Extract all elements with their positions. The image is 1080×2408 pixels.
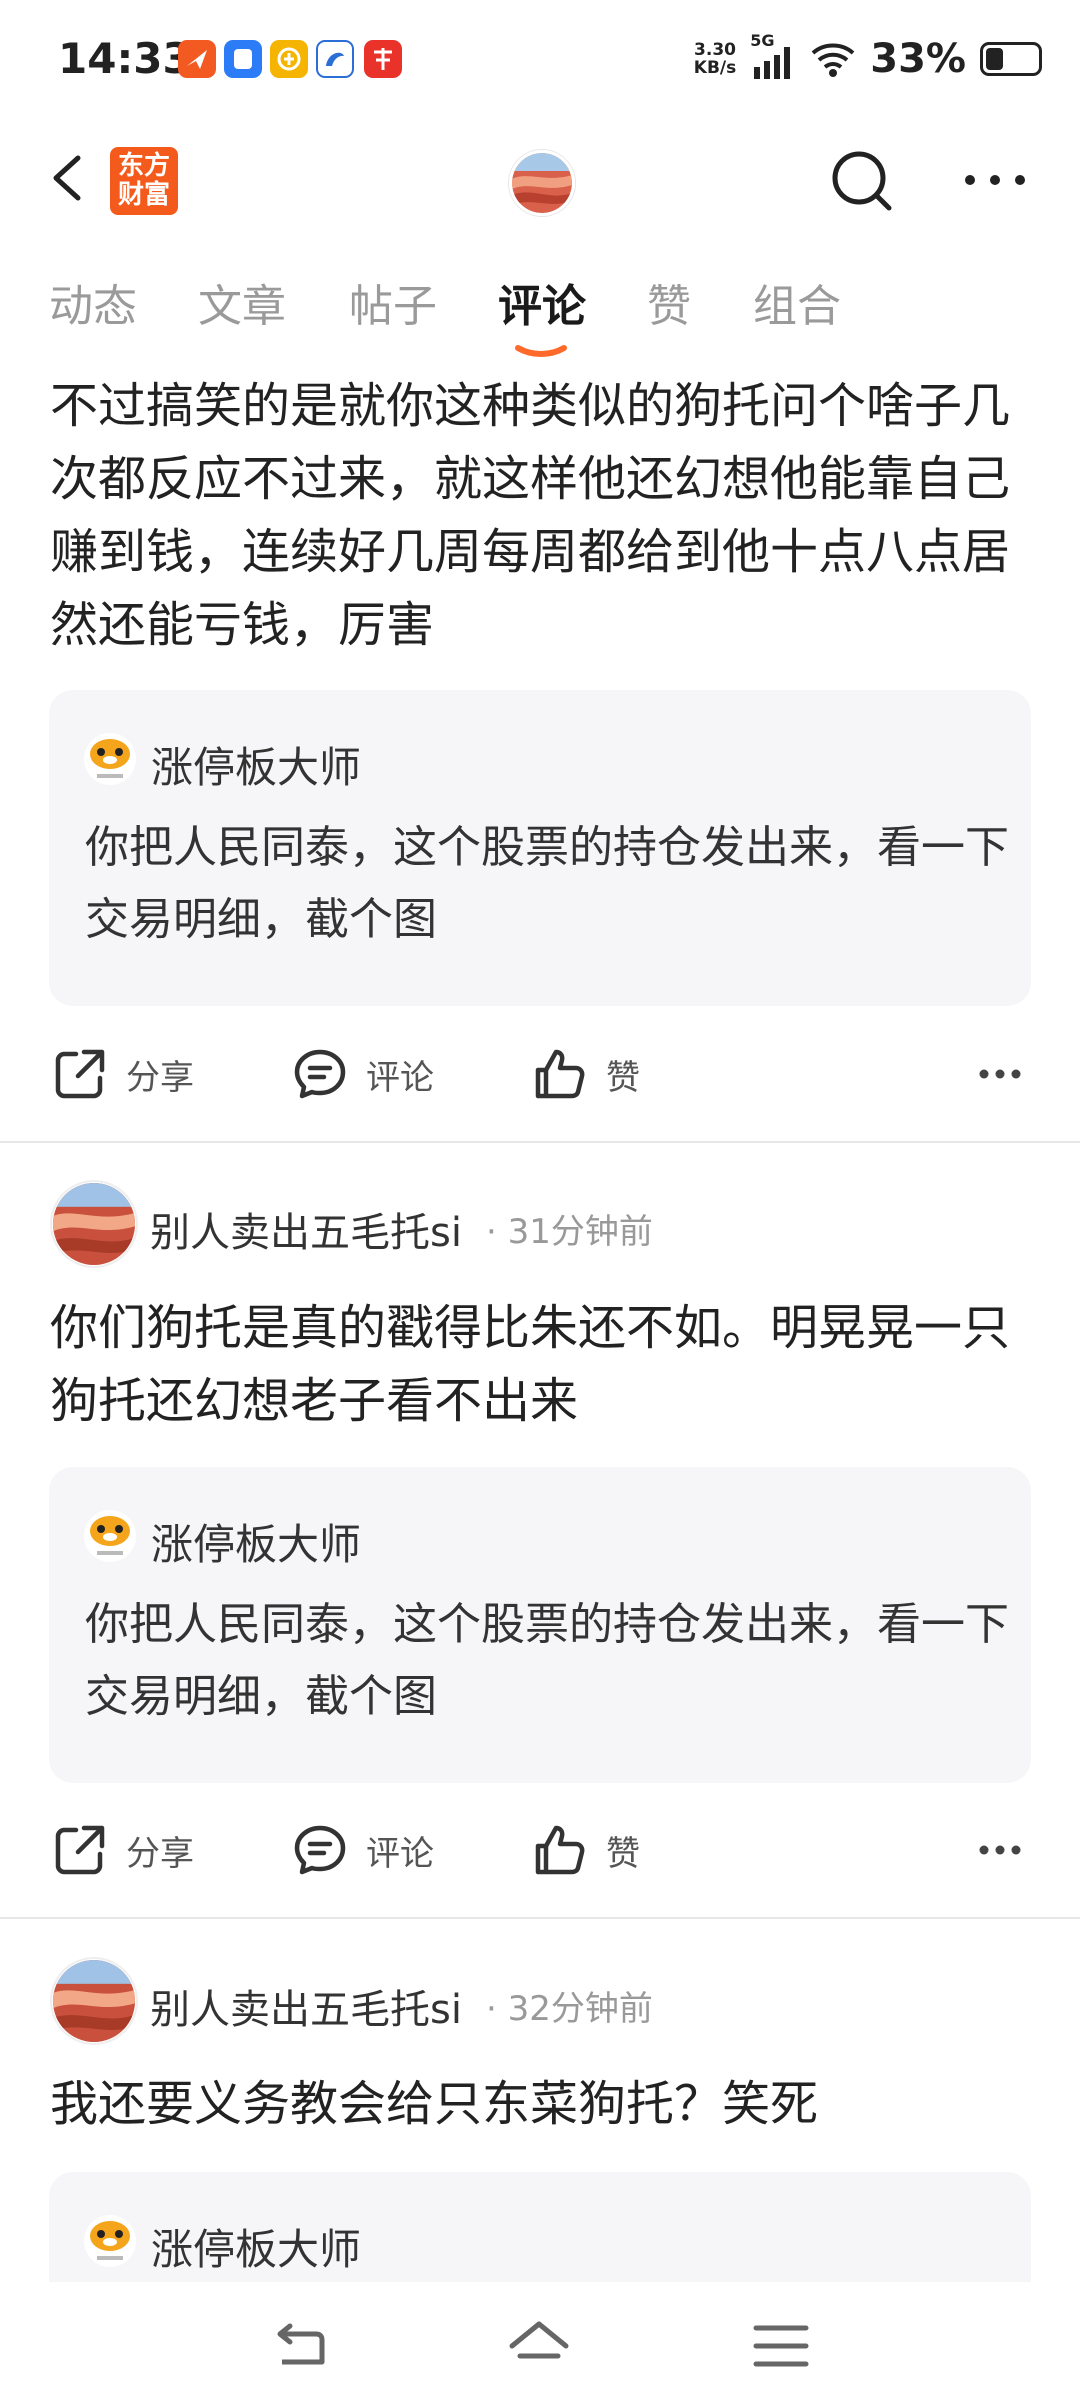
share-label: 分享 xyxy=(126,1833,194,1874)
notification-icon-3 xyxy=(270,40,308,78)
network-speed: 3.30 KB/s xyxy=(694,41,736,77)
post-1-quote[interactable]: 涨停板大师 你把人民同泰，这个股票的持仓发出来，看一下交易明细，截个图 xyxy=(49,690,1031,1006)
user-avatar[interactable] xyxy=(50,1957,138,2045)
notification-icon-2 xyxy=(224,40,262,78)
battery-icon xyxy=(980,42,1042,76)
notification-icon-4 xyxy=(316,40,354,78)
post-3-text[interactable]: 我还要义务教会给只东菜狗托？笑死 xyxy=(50,2068,1040,2141)
post-divider xyxy=(0,1917,1080,1919)
top-header: 东方 财富 xyxy=(0,130,1080,230)
profile-avatar[interactable] xyxy=(509,150,575,216)
post-1-text[interactable]: 不过搞笑的是就你这种类似的狗托问个啥子几次都反应不过来，就这样他还幻想他能靠自己… xyxy=(50,370,1040,662)
status-bar: 14:33 3.30 KB/s 5G 33% xyxy=(0,0,1080,120)
logo-line-1: 东方 xyxy=(117,151,170,181)
status-time: 14:33 xyxy=(58,34,192,83)
profile-tabs: 动态 文章 帖子 评论 赞 组合 xyxy=(0,270,1080,357)
user-name[interactable]: 别人卖出五毛托si xyxy=(150,1977,462,2035)
comment-label: 评论 xyxy=(366,1833,434,1874)
post-2-text[interactable]: 你们狗托是真的戳得比朱还不如。明晃晃一只狗托还幻想老子看不出来 xyxy=(50,1292,1040,1438)
post-divider xyxy=(0,1141,1080,1143)
post-3-quote[interactable]: 涨停板大师 xyxy=(49,2172,1031,2282)
like-button[interactable]: 赞 xyxy=(532,1034,640,1114)
user-avatar[interactable] xyxy=(50,1180,138,1268)
like-label: 赞 xyxy=(606,1833,640,1874)
tab-articles[interactable]: 文章 xyxy=(198,270,286,334)
signal-icon: 5G xyxy=(750,31,796,81)
notification-icon-1 xyxy=(178,40,216,78)
nav-home-icon[interactable] xyxy=(506,2316,572,2376)
status-right: 3.30 KB/s 5G 33% xyxy=(694,31,1042,84)
battery-percent: 33% xyxy=(870,36,966,82)
comment-icon xyxy=(294,1049,346,1099)
like-button[interactable]: 赞 xyxy=(532,1810,640,1890)
tab-dynamics[interactable]: 动态 xyxy=(49,270,137,334)
more-options-icon[interactable] xyxy=(962,165,1028,195)
comment-button[interactable]: 评论 xyxy=(292,1810,434,1890)
user-name[interactable]: 别人卖出五毛托si xyxy=(150,1200,462,1258)
post-time: · 31分钟前 xyxy=(486,1212,653,1252)
quote-author-avatar xyxy=(84,1510,136,1562)
like-label: 赞 xyxy=(606,1057,640,1098)
speed-unit: KB/s xyxy=(693,58,737,78)
active-tab-indicator xyxy=(515,345,567,357)
post-2-quote[interactable]: 涨停板大师 你把人民同泰，这个股票的持仓发出来，看一下交易明细，截个图 xyxy=(49,1467,1031,1783)
nav-menu-icon[interactable] xyxy=(748,2316,814,2376)
tab-posts[interactable]: 帖子 xyxy=(349,270,437,334)
share-icon xyxy=(55,1049,105,1099)
share-label: 分享 xyxy=(126,1057,194,1098)
tab-likes[interactable]: 赞 xyxy=(647,270,691,334)
system-navigation-bar xyxy=(0,2282,1080,2408)
comment-button[interactable]: 评论 xyxy=(292,1034,434,1114)
logo-line-2: 财富 xyxy=(117,180,170,210)
comment-label: 评论 xyxy=(366,1057,434,1098)
post-2-actions: 分享 评论 赞 xyxy=(0,1810,1080,1890)
post-more-icon[interactable] xyxy=(978,1059,1022,1089)
thumbs-up-icon xyxy=(535,1825,585,1875)
quote-author-name[interactable]: 涨停板大师 xyxy=(151,734,361,795)
share-button[interactable]: 分享 xyxy=(52,1034,194,1114)
quote-author-avatar xyxy=(84,2215,136,2267)
post-time-value: 32分钟前 xyxy=(507,1989,653,2029)
quote-author-name[interactable]: 涨停板大师 xyxy=(151,1511,361,1572)
post-2-user-row: 别人卖出五毛托si · 31分钟前 xyxy=(50,1180,1030,1270)
tab-comments[interactable]: 评论 xyxy=(498,270,586,334)
notification-icon-5 xyxy=(364,40,402,78)
app-logo[interactable]: 东方 财富 xyxy=(110,147,178,215)
share-icon xyxy=(55,1825,105,1875)
comment-icon xyxy=(294,1825,346,1875)
post-time: · 32分钟前 xyxy=(486,1989,653,2029)
back-arrow-icon[interactable] xyxy=(40,148,100,208)
nav-back-icon[interactable] xyxy=(268,2316,334,2376)
post-time-value: 31分钟前 xyxy=(507,1212,653,1252)
quote-text: 你把人民同泰，这个股票的持仓发出来，看一下交易明细，截个图 xyxy=(85,1599,1009,1722)
post-1-actions: 分享 评论 赞 xyxy=(0,1034,1080,1114)
battery-fill xyxy=(986,48,1003,70)
quote-text: 你把人民同泰，这个股票的持仓发出来，看一下交易明细，截个图 xyxy=(85,822,1009,945)
quote-author-avatar xyxy=(84,733,136,785)
speed-value: 3.30 xyxy=(694,40,736,60)
post-3-user-row: 别人卖出五毛托si · 32分钟前 xyxy=(50,1957,1030,2047)
search-icon[interactable] xyxy=(828,147,896,215)
post-more-icon[interactable] xyxy=(978,1835,1022,1865)
wifi-icon xyxy=(811,43,855,77)
thumbs-up-icon xyxy=(535,1049,585,1099)
share-button[interactable]: 分享 xyxy=(52,1810,194,1890)
quote-author-name[interactable]: 涨停板大师 xyxy=(151,2216,361,2277)
tab-portfolios[interactable]: 组合 xyxy=(753,270,841,334)
